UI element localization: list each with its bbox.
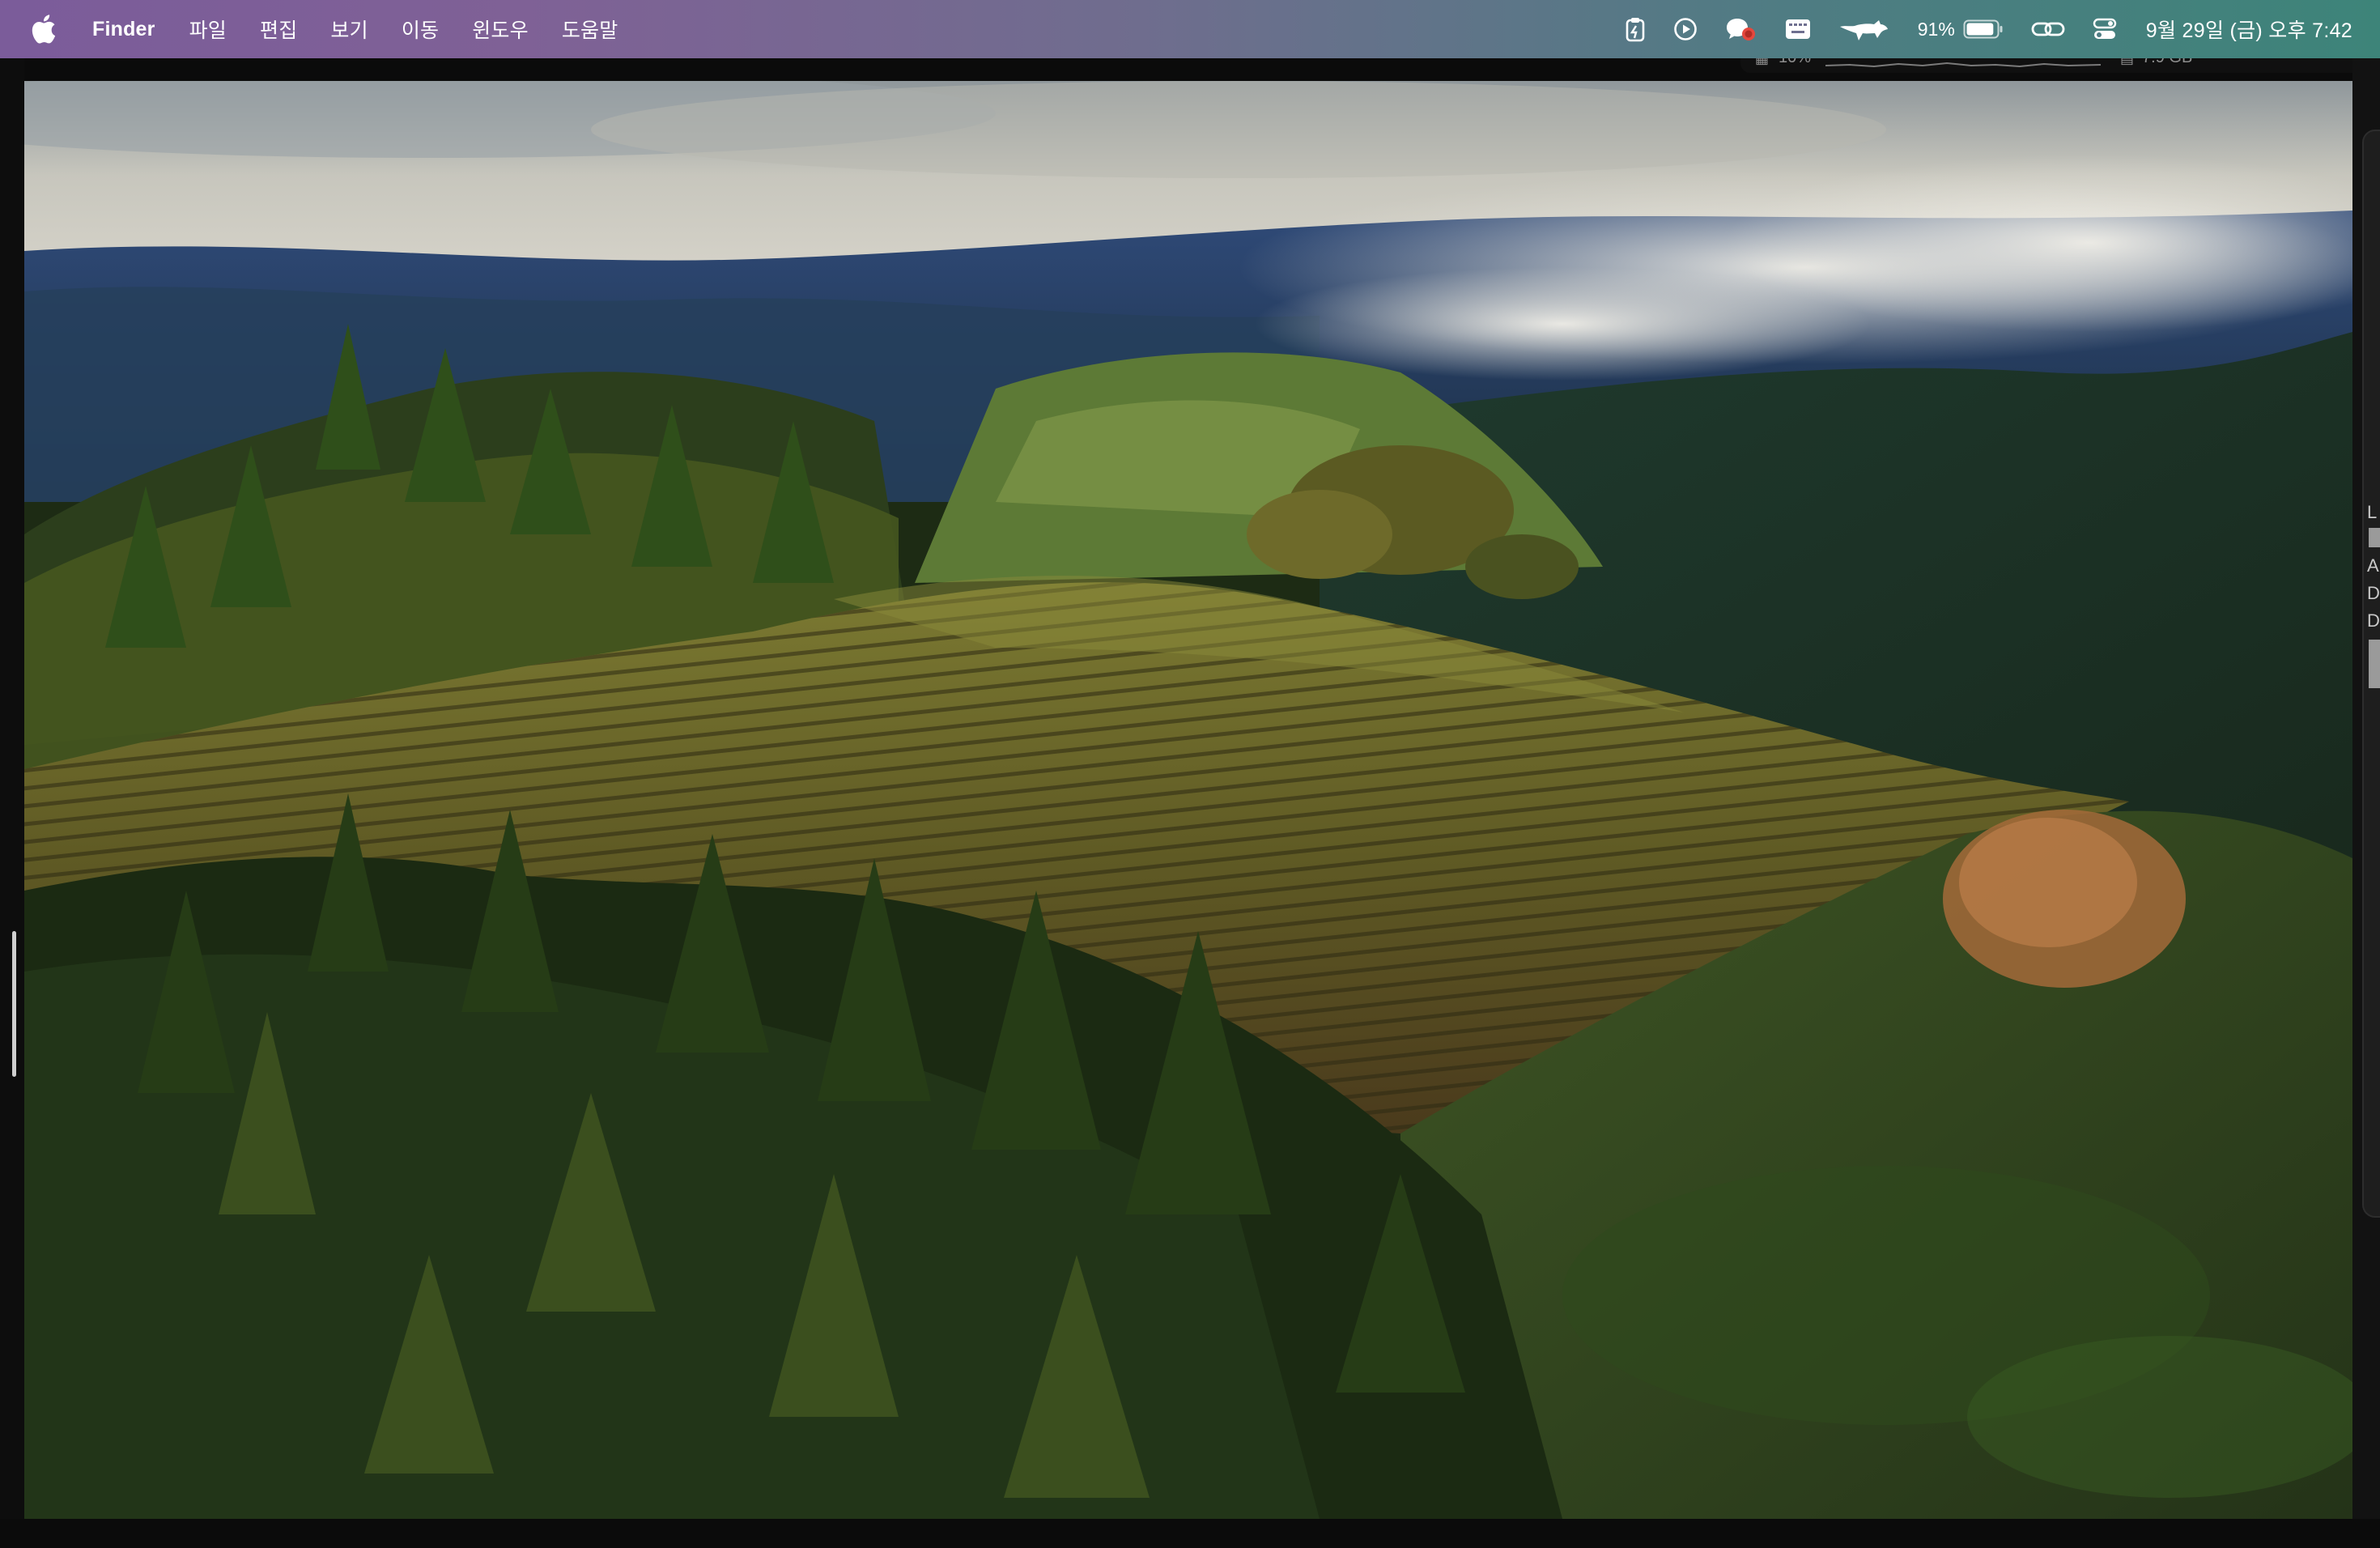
runcat-icon[interactable]: [1838, 0, 1890, 58]
link-icon[interactable]: [2031, 0, 2065, 58]
memory-icon: ▤: [2120, 58, 2135, 66]
status-area: 91% 9월 29일 (금) 오후 7:42: [1597, 0, 2352, 58]
play-circle-icon[interactable]: [1673, 0, 1698, 58]
left-scrollbar[interactable]: [12, 931, 16, 1077]
right-window-label: D: [2367, 610, 2380, 631]
right-window-label: A: [2367, 555, 2379, 576]
apple-icon[interactable]: [31, 15, 57, 44]
menu-go[interactable]: 이동: [402, 15, 439, 44]
system-stats-strip[interactable]: ▦ 10% ▤ 7.9 GB: [1740, 58, 2364, 73]
chat-bubble-icon[interactable]: [1725, 0, 1757, 58]
cpu-icon: ▦: [1755, 58, 1770, 66]
keyboard-icon[interactable]: [1785, 0, 1811, 58]
menu-clock[interactable]: 9월 29일 (금) 오후 7:42: [2146, 15, 2352, 44]
menu-view[interactable]: 보기: [330, 15, 368, 44]
desktop-wallpaper: [24, 81, 2352, 1519]
menu-file[interactable]: 파일: [189, 15, 227, 44]
menu-help[interactable]: 도움말: [562, 15, 618, 44]
right-window-bar: [2369, 640, 2380, 688]
memory-usage: 7.9 GB: [2142, 58, 2192, 67]
cpu-usage: 10%: [1779, 58, 1811, 67]
left-window-edge: [0, 58, 24, 1548]
control-center-icon[interactable]: [2093, 0, 2117, 58]
menu-bar: Finder 파일 편집 보기 이동 윈도우 도움말 91% 9월 29일 (금…: [0, 0, 2380, 58]
battery-percent[interactable]: 91%: [1918, 19, 1955, 40]
menu-bar-left: Finder 파일 편집 보기 이동 윈도우 도움말: [0, 0, 651, 58]
vineyard-landscape-image: [24, 81, 2352, 1519]
right-window-label: L: [2367, 502, 2378, 522]
menu-window[interactable]: 윈도우: [472, 15, 529, 44]
battery-icon[interactable]: [1963, 19, 2004, 40]
clipboard-icon[interactable]: [1625, 0, 1646, 58]
right-window-label: D: [2367, 583, 2380, 603]
right-window-bar: [2369, 528, 2380, 547]
app-menu-finder[interactable]: Finder: [92, 18, 155, 41]
cpu-graph: [1825, 62, 2102, 68]
menu-edit[interactable]: 편집: [260, 15, 297, 44]
bottom-window-edge: [0, 1519, 2380, 1548]
